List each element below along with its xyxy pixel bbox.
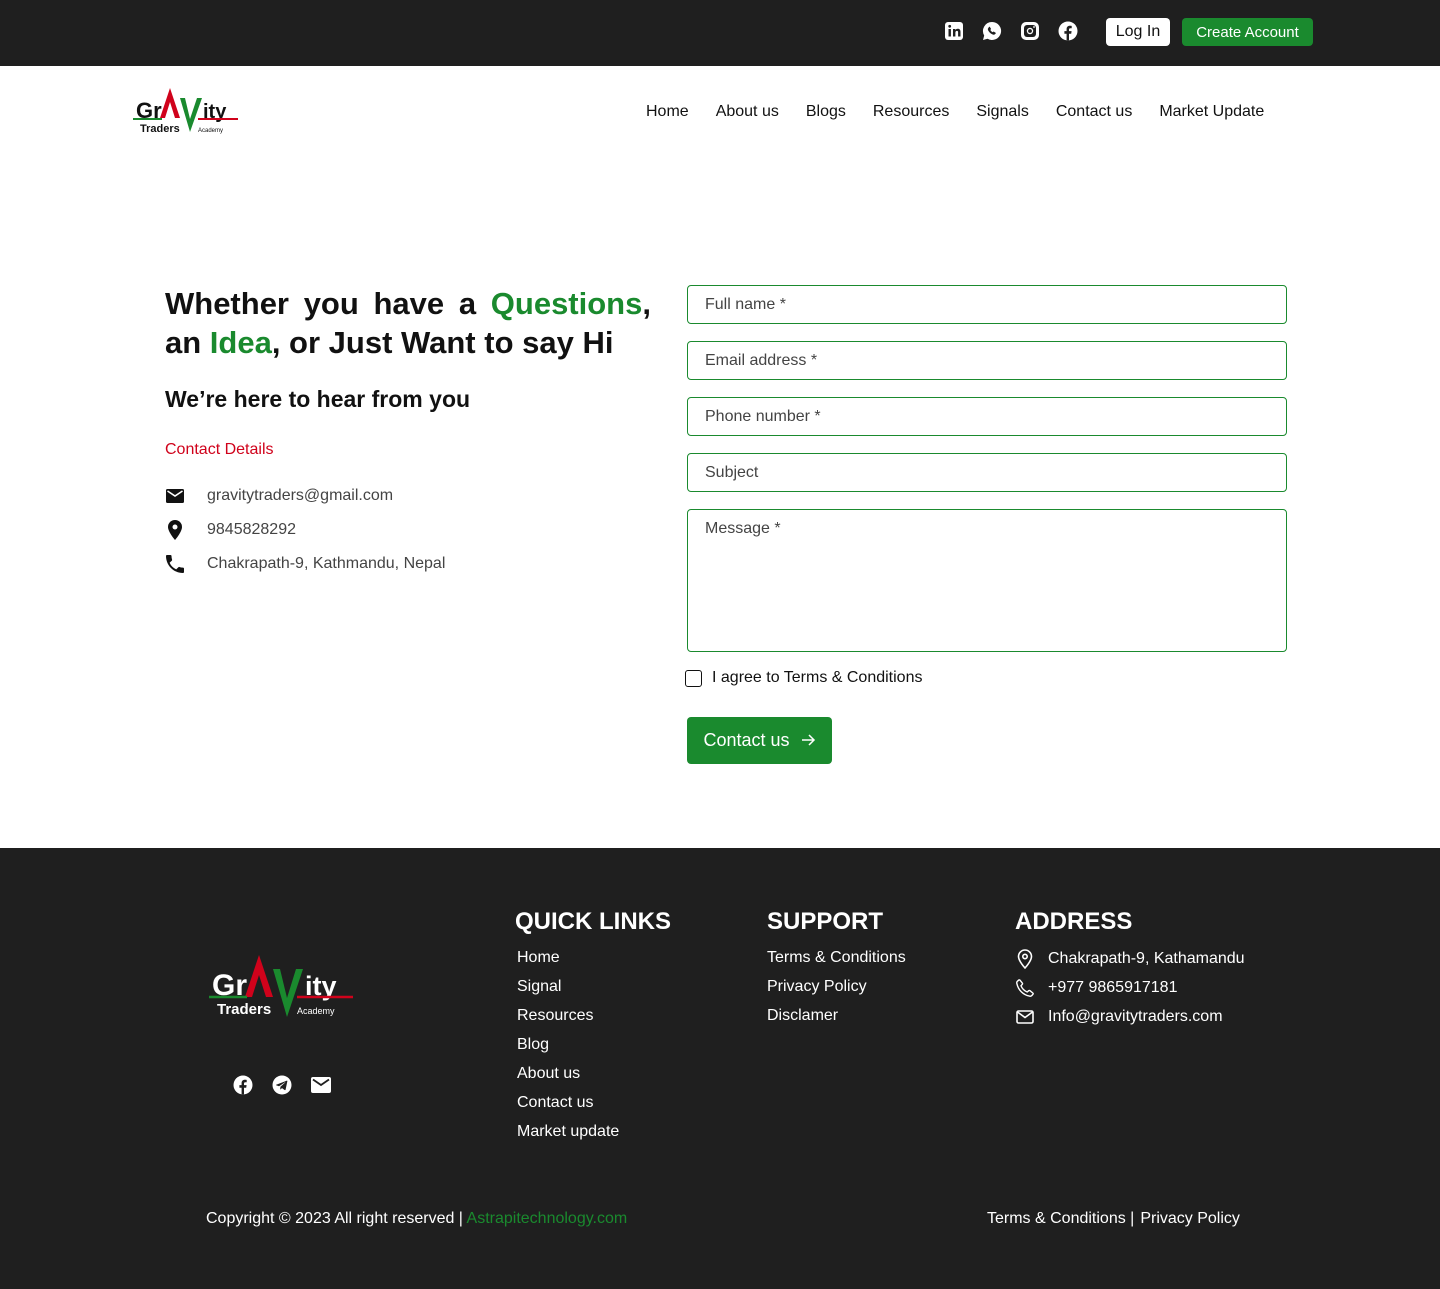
support-title: SUPPORT [767,908,884,935]
quick-link-contact-us[interactable]: Contact us [517,1088,619,1117]
support-link-privacy[interactable]: Privacy Policy [767,972,906,1001]
contact-details-label: Contact Details [165,441,274,458]
message-field[interactable] [687,509,1287,652]
mail-icon [165,486,185,506]
top-bar: Log In Create Account [0,0,1440,66]
email-field[interactable] [687,341,1287,380]
quick-links-title: QUICK LINKS [515,908,671,935]
quick-link-home[interactable]: Home [517,943,619,972]
footer-privacy-link[interactable]: Privacy Policy [1140,1210,1240,1228]
mail-icon[interactable] [311,1075,331,1095]
phone-field[interactable] [687,397,1287,436]
logo-traders-text: Traders [140,123,180,135]
facebook-icon[interactable] [233,1075,253,1095]
quick-link-signal[interactable]: Signal [517,972,619,1001]
location-pin-icon [1015,949,1035,969]
telegram-icon[interactable] [272,1075,292,1095]
contact-us-submit-label: Contact us [703,730,790,750]
phone-icon [165,554,185,574]
copyright: Copyright © 2023 All right reserved | As… [206,1210,627,1228]
footer-address-row: Chakrapath-9, Kathamandu [1015,949,1245,969]
subject-field[interactable] [687,453,1287,492]
support-links-list: Terms & Conditions Privacy Policy Discla… [767,943,906,1030]
contact-us-submit-button[interactable]: Contact us [687,717,832,764]
contact-email[interactable]: gravitytraders@gmail.com [207,487,393,505]
footer-social-links [233,1075,331,1095]
quick-link-resources[interactable]: Resources [517,1001,619,1030]
nav-contact-us[interactable]: Contact us [1056,102,1132,122]
logo-academy-text: Academy [198,128,223,134]
quick-links-list: Home Signal Resources Blog About us Cont… [517,943,619,1146]
contact-phone[interactable]: 9845828292 [207,521,296,539]
footer-phone[interactable]: +977 9865917181 [1048,979,1177,997]
nav-resources[interactable]: Resources [873,102,949,122]
footer-email[interactable]: Info@gravitytraders.com [1048,1008,1223,1026]
footer-logo[interactable]: Gr ity Traders Academy [207,953,355,1023]
address-title: ADDRESS [1015,908,1133,935]
quick-link-market-update[interactable]: Market update [517,1117,619,1146]
mail-icon [1015,1007,1035,1027]
agree-terms-label[interactable]: I agree to Terms & Conditions [712,669,922,687]
main-nav: Home About us Blogs Resources Signals Co… [646,102,1264,122]
hero-title-part1: Whether you have a [165,286,491,321]
nav-about-us[interactable]: About us [716,102,779,122]
copyright-link[interactable]: Astrapitechnology.com [467,1210,628,1227]
logo[interactable]: Gr ity Traders Academy [132,86,240,138]
hero-title-part3: , or Just Want to say Hi [271,325,614,360]
nav-signals[interactable]: Signals [976,102,1028,122]
agree-terms-row: I agree to Terms & Conditions [685,669,922,687]
login-button[interactable]: Log In [1106,18,1170,46]
footer-logo-red-peak [245,955,273,997]
hero-title: Whether you have a Questions, an Idea, o… [165,284,651,362]
full-name-field[interactable] [687,285,1287,324]
quick-link-blog[interactable]: Blog [517,1030,619,1059]
hero-subtitle: We’re here to hear from you [165,386,471,412]
footer-address: Chakrapath-9, Kathamandu [1048,950,1245,967]
nav-market-update[interactable]: Market Update [1159,102,1264,122]
copyright-text: Copyright © 2023 All right reserved | [206,1210,467,1227]
facebook-icon[interactable] [1058,21,1078,41]
whatsapp-icon[interactable] [982,21,1002,41]
footer-phone-row: +977 9865917181 [1015,978,1177,998]
footer-logo-traders-text: Traders [217,1001,271,1018]
logo-red-peak [160,88,180,118]
logo-green-peak [180,98,202,132]
create-account-button[interactable]: Create Account [1182,18,1313,46]
hero-title-highlight-idea: Idea [209,325,272,360]
footer-terms-link[interactable]: Terms & Conditions | [987,1210,1134,1228]
contact-address: Chakrapath-9, Kathmandu, Nepal [207,555,446,572]
footer: Gr ity Traders Academy QUICK LINKS Home … [0,848,1440,1289]
footer-logo-academy-text: Academy [297,1006,335,1016]
instagram-icon[interactable] [1020,21,1040,41]
arrow-right-icon [801,730,816,751]
contact-address-row: Chakrapath-9, Kathmandu, Nepal [165,554,445,574]
quick-link-about-us[interactable]: About us [517,1059,619,1088]
contact-phone-row: 9845828292 [165,520,296,540]
support-link-terms[interactable]: Terms & Conditions [767,943,906,972]
nav-blogs[interactable]: Blogs [806,102,846,122]
phone-icon [1015,978,1035,998]
linkedin-icon[interactable] [944,21,964,41]
contact-email-row: gravitytraders@gmail.com [165,486,393,506]
footer-legal-links: Terms & Conditions | Privacy Policy [987,1210,1240,1228]
location-pin-icon [165,520,185,540]
agree-terms-checkbox[interactable] [685,669,702,687]
footer-email-row: Info@gravitytraders.com [1015,1007,1223,1027]
hero-title-highlight-questions: Questions [490,286,643,321]
nav-home[interactable]: Home [646,102,689,122]
support-link-disclaimer[interactable]: Disclamer [767,1001,906,1030]
top-social-links [944,21,1078,41]
